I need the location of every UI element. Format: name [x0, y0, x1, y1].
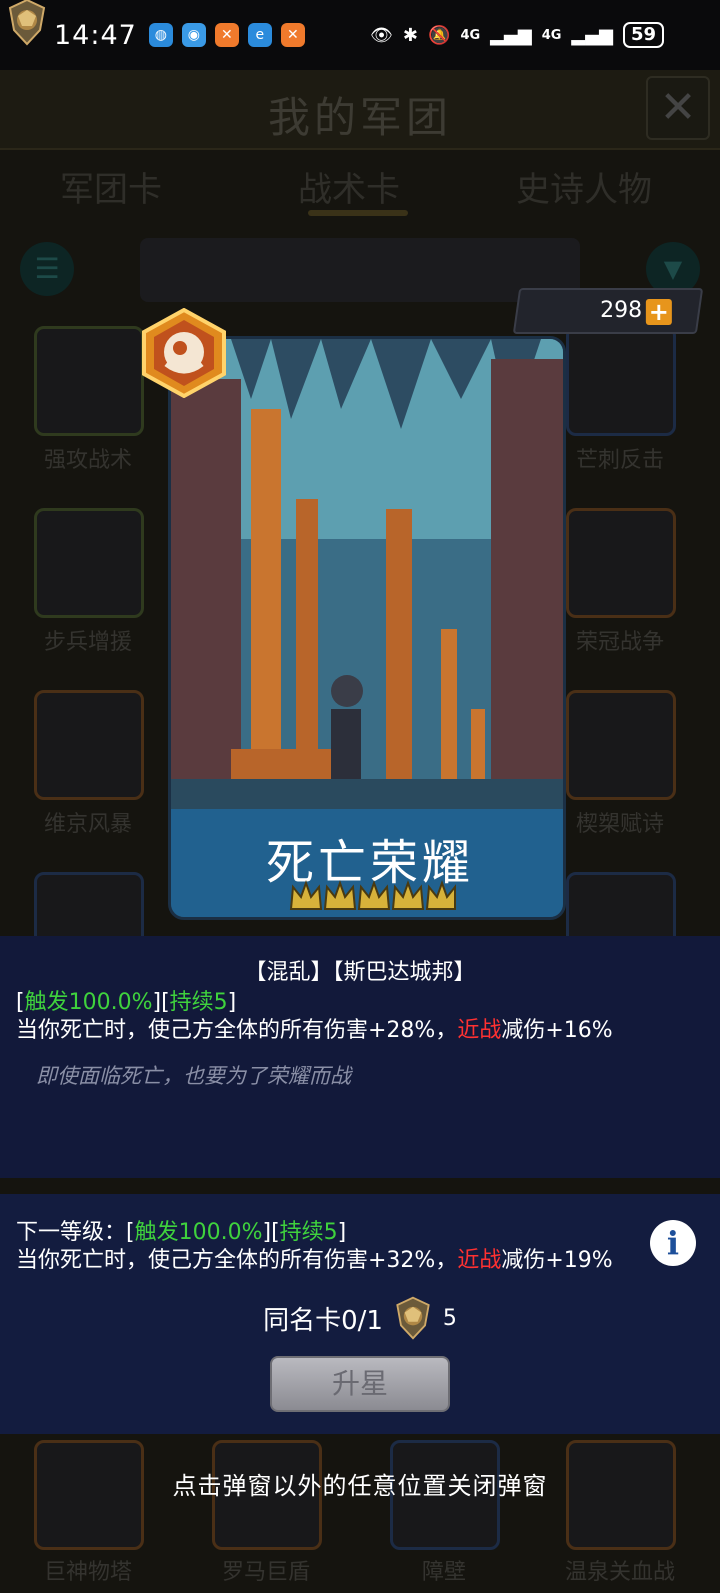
bg-title-bar: 我的军团 ✕: [0, 70, 720, 150]
medal-icon: [396, 1296, 430, 1340]
bg-card-label: 障壁: [421, 1560, 466, 1585]
duplicate-card-row: 同名卡0/1 5: [0, 1294, 720, 1342]
signal-bars-icon: ▂▄▆: [490, 24, 532, 46]
tab-epic-characters[interactable]: 史诗人物: [516, 162, 652, 211]
faction-tags: 【混乱】【斯巴达城邦】: [244, 960, 476, 985]
flavor-text: 即使面临死亡，也要为了荣耀而战: [36, 1064, 351, 1088]
star-crowns: [289, 880, 456, 910]
bg-card[interactable]: [34, 326, 144, 436]
card-description-panel: 【混乱】【斯巴达城邦】 [触发100.0%][持续5] 当你死亡时，使己方全体的…: [0, 936, 720, 1178]
tab-underline: [308, 210, 408, 216]
signal-4g-2: 4G: [541, 27, 562, 43]
status-time: 14:47: [54, 19, 137, 51]
currency-value: 298: [600, 298, 643, 323]
status-bar: 14:47 ◍ ◉ ✕ e ✕ 👁 ✱ 🔕 4G ▂▄▆ 4G ▂▄▆ 59: [0, 0, 720, 70]
signal-4g-1: 4G: [460, 27, 481, 43]
bg-card-label: 维京风暴: [43, 812, 132, 837]
eye-icon: 👁: [370, 24, 393, 46]
bluetooth-icon: ✱: [402, 24, 419, 46]
effect-text: 当你死亡时，使己方全体的所有伤害+28%，近战减伤+16%: [16, 1018, 613, 1043]
next-level-panel: 下一等级：[触发100.0%][持续5] 当你死亡时，使己方全体的所有伤害+32…: [0, 1194, 720, 1434]
browser-app-icon: ◉: [181, 23, 206, 47]
next-level-effect: 当你死亡时，使己方全体的所有伤害+32%，近战减伤+19%: [16, 1248, 613, 1273]
edge-app-icon: e: [247, 23, 272, 47]
bg-card-label: 巨神物塔: [43, 1560, 132, 1585]
tab-legion-cards[interactable]: 军团卡: [60, 162, 162, 211]
mute-icon: 🔕: [428, 24, 451, 46]
bg-card-label: 步兵增援: [43, 630, 132, 655]
tactic-card: 死亡荣耀: [168, 336, 566, 920]
rarity-badge-icon: [142, 308, 226, 398]
card-artwork: [171, 339, 563, 809]
status-app-icons: ◍ ◉ ✕ e ✕: [148, 23, 305, 47]
bg-card[interactable]: [34, 508, 144, 618]
info-icon[interactable]: i: [650, 1220, 696, 1266]
close-icon[interactable]: ✕: [646, 76, 710, 140]
list-icon[interactable]: ☰: [20, 242, 74, 296]
bg-card[interactable]: [566, 326, 676, 436]
orange-app-icon: ✕: [214, 23, 239, 47]
close-hint: 点击弹窗以外的任意位置关闭弹窗: [172, 1472, 548, 1500]
card-name-band: 死亡荣耀: [171, 809, 563, 917]
bg-card-label: 温泉关血战: [564, 1560, 675, 1585]
bg-page-title: 我的军团: [267, 93, 452, 142]
duplicate-card-count: 同名卡0/1: [263, 1305, 383, 1336]
tab-tactic-cards[interactable]: 战术卡: [298, 162, 400, 211]
signal-bars-icon: ▂▄▆: [571, 24, 613, 46]
bg-card-label: 罗马巨盾: [221, 1560, 310, 1585]
orange-app-icon: ✕: [280, 23, 305, 47]
add-currency-button[interactable]: +: [645, 298, 672, 326]
medal-icon: [8, 0, 46, 46]
bg-card[interactable]: [566, 508, 676, 618]
upgrade-star-button[interactable]: 升星: [270, 1356, 450, 1412]
battery-indicator: 59: [622, 22, 664, 48]
globe-app-icon: ◍: [148, 23, 173, 47]
bg-search-bar[interactable]: [140, 238, 580, 302]
status-indicators: 👁 ✱ 🔕 4G ▂▄▆ 4G ▂▄▆ 59: [370, 22, 664, 48]
bg-card-label: 强攻战术: [43, 448, 132, 473]
currency-counter: 298 +: [512, 288, 704, 334]
upgrade-cost: 5: [442, 1305, 457, 1331]
keyword-melee: 近战: [457, 1018, 502, 1043]
bg-card[interactable]: [34, 690, 144, 800]
bg-card[interactable]: [566, 690, 676, 800]
